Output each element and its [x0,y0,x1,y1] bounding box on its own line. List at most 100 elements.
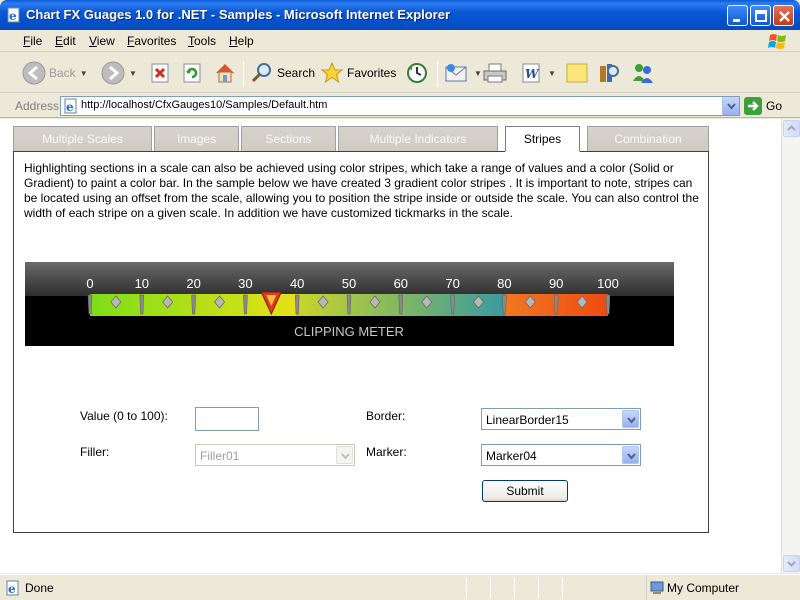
gauge-tick-label: 100 [597,276,619,291]
gauge-tick-label: 10 [135,276,149,291]
menu-tools[interactable]: Tools [188,34,216,48]
page-icon: e [64,98,77,114]
forward-button[interactable]: ▼ [101,53,137,93]
mail-dropdown-icon[interactable]: ▼ [474,69,482,78]
gauge-major-tick [450,294,455,315]
history-button[interactable] [405,53,429,93]
description-text: Highlighting sections in a scale can als… [24,161,699,220]
go-arrow-icon [744,97,762,115]
address-input[interactable]: e http://localhost/CfxGauges10/Samples/D… [60,96,740,116]
tab-multiple-indicators[interactable]: Multiple Indicators [338,126,498,151]
search-button[interactable]: Search [250,53,315,93]
address-dropdown-button[interactable] [722,97,739,115]
filler-select-value: Filler01 [200,449,240,463]
marker-dropdown-button[interactable] [622,446,639,464]
tab-sections[interactable]: Sections [241,126,336,151]
forward-arrow-icon [101,61,125,85]
forward-dropdown-icon[interactable]: ▼ [129,69,137,78]
page-done-icon: e [6,580,19,596]
scroll-down-button[interactable] [783,555,800,572]
edit-word-button[interactable]: W ▼ [520,53,556,93]
border-select[interactable]: LinearBorder15 [481,408,641,430]
menu-file[interactable]: File [23,34,42,48]
minimize-button[interactable] [727,5,748,26]
back-label: Back [49,66,76,80]
chevron-down-icon [341,453,350,460]
edit-dropdown-icon[interactable]: ▼ [548,69,556,78]
status-bar: e Done My Computer [0,574,800,600]
tab-stripes[interactable]: Stripes [505,126,580,152]
border-label: Border: [366,409,406,423]
gauge-tick-label: 70 [445,276,459,291]
mail-button[interactable]: ▼ [444,53,482,93]
chevron-down-icon [627,417,636,424]
filler-label: Filler: [80,445,110,459]
chevron-down-icon [787,561,796,567]
refresh-button[interactable] [182,53,204,93]
menu-bar: File Edit View Favorites Tools Help [0,30,800,52]
stop-icon [151,63,169,83]
border-dropdown-button[interactable] [622,410,639,428]
note-icon [566,63,588,83]
svg-text:e: e [9,9,17,23]
gauge-major-tick [605,294,611,315]
menu-help[interactable]: Help [229,34,254,48]
favorites-button[interactable]: Favorites [320,53,396,93]
discuss-button[interactable] [565,53,589,93]
stop-button[interactable] [150,53,172,93]
maximize-button[interactable] [750,5,771,26]
messenger-button[interactable] [630,53,656,93]
back-dropdown-icon[interactable]: ▼ [80,69,88,78]
submit-button[interactable]: Submit [482,480,568,502]
value-input[interactable] [195,407,259,431]
menu-view[interactable]: View [89,34,115,48]
tab-combination[interactable]: Combination [587,126,709,151]
gauge-tick-label: 30 [238,276,252,291]
computer-icon [650,581,664,594]
ie-page-icon: e [7,7,20,23]
menu-edit[interactable]: Edit [55,34,76,48]
gauge-title: CLIPPING METER [294,324,404,339]
marker-select-value: Marker04 [486,449,537,463]
favorites-label: Favorites [347,66,397,80]
favorites-star-icon [320,61,344,84]
value-label: Value (0 to 100): [80,409,168,423]
gauge-tick-label: 40 [290,276,304,291]
gauge-tick-label: 90 [549,276,563,291]
chevron-down-icon [627,453,636,460]
go-button[interactable]: Go [744,97,782,115]
gauge-drawing: 0 10 20 30 40 50 60 70 80 90 100 CLIPPING METER [25,262,674,339]
marker-select[interactable]: Marker04 [481,444,641,466]
svg-text:e: e [8,582,16,596]
print-button[interactable] [482,53,508,93]
svg-text:e: e [66,100,74,114]
scroll-up-button[interactable] [783,120,800,137]
search-icon [251,63,271,83]
marker-label: Marker: [366,445,407,459]
go-label: Go [766,99,783,113]
close-icon [779,11,790,22]
back-button[interactable]: Back ▼ [22,53,88,93]
toolbar: Back ▼ ▼ Search Favorites ▼ W ▼ [0,53,800,93]
close-button[interactable] [773,5,794,26]
zone-text: My Computer [667,581,740,595]
windows-logo-icon [768,34,786,49]
gauge-major-tick [398,294,404,315]
tab-multiple-scales[interactable]: Multiple Scales [13,126,152,151]
research-button[interactable] [597,53,621,93]
clipping-meter-gauge: 0 10 20 30 40 50 60 70 80 90 100 CLIPPING METER [25,262,674,346]
menu-favorites[interactable]: Favorites [127,34,176,48]
gauge-major-tick [346,294,352,315]
page-viewport: Multiple Scales Images Sections Multiple… [0,119,781,573]
gauge-tick-label: 60 [394,276,408,291]
vertical-scrollbar[interactable] [781,119,800,573]
gauge-major-tick [553,294,559,315]
gauge-tick-label: 20 [186,276,200,291]
back-arrow-icon [22,61,46,85]
svg-text:W: W [525,67,540,81]
home-icon [216,64,234,83]
home-button[interactable] [213,53,237,93]
mail-icon [445,64,467,82]
tab-images[interactable]: Images [154,126,239,151]
history-icon [407,63,427,83]
